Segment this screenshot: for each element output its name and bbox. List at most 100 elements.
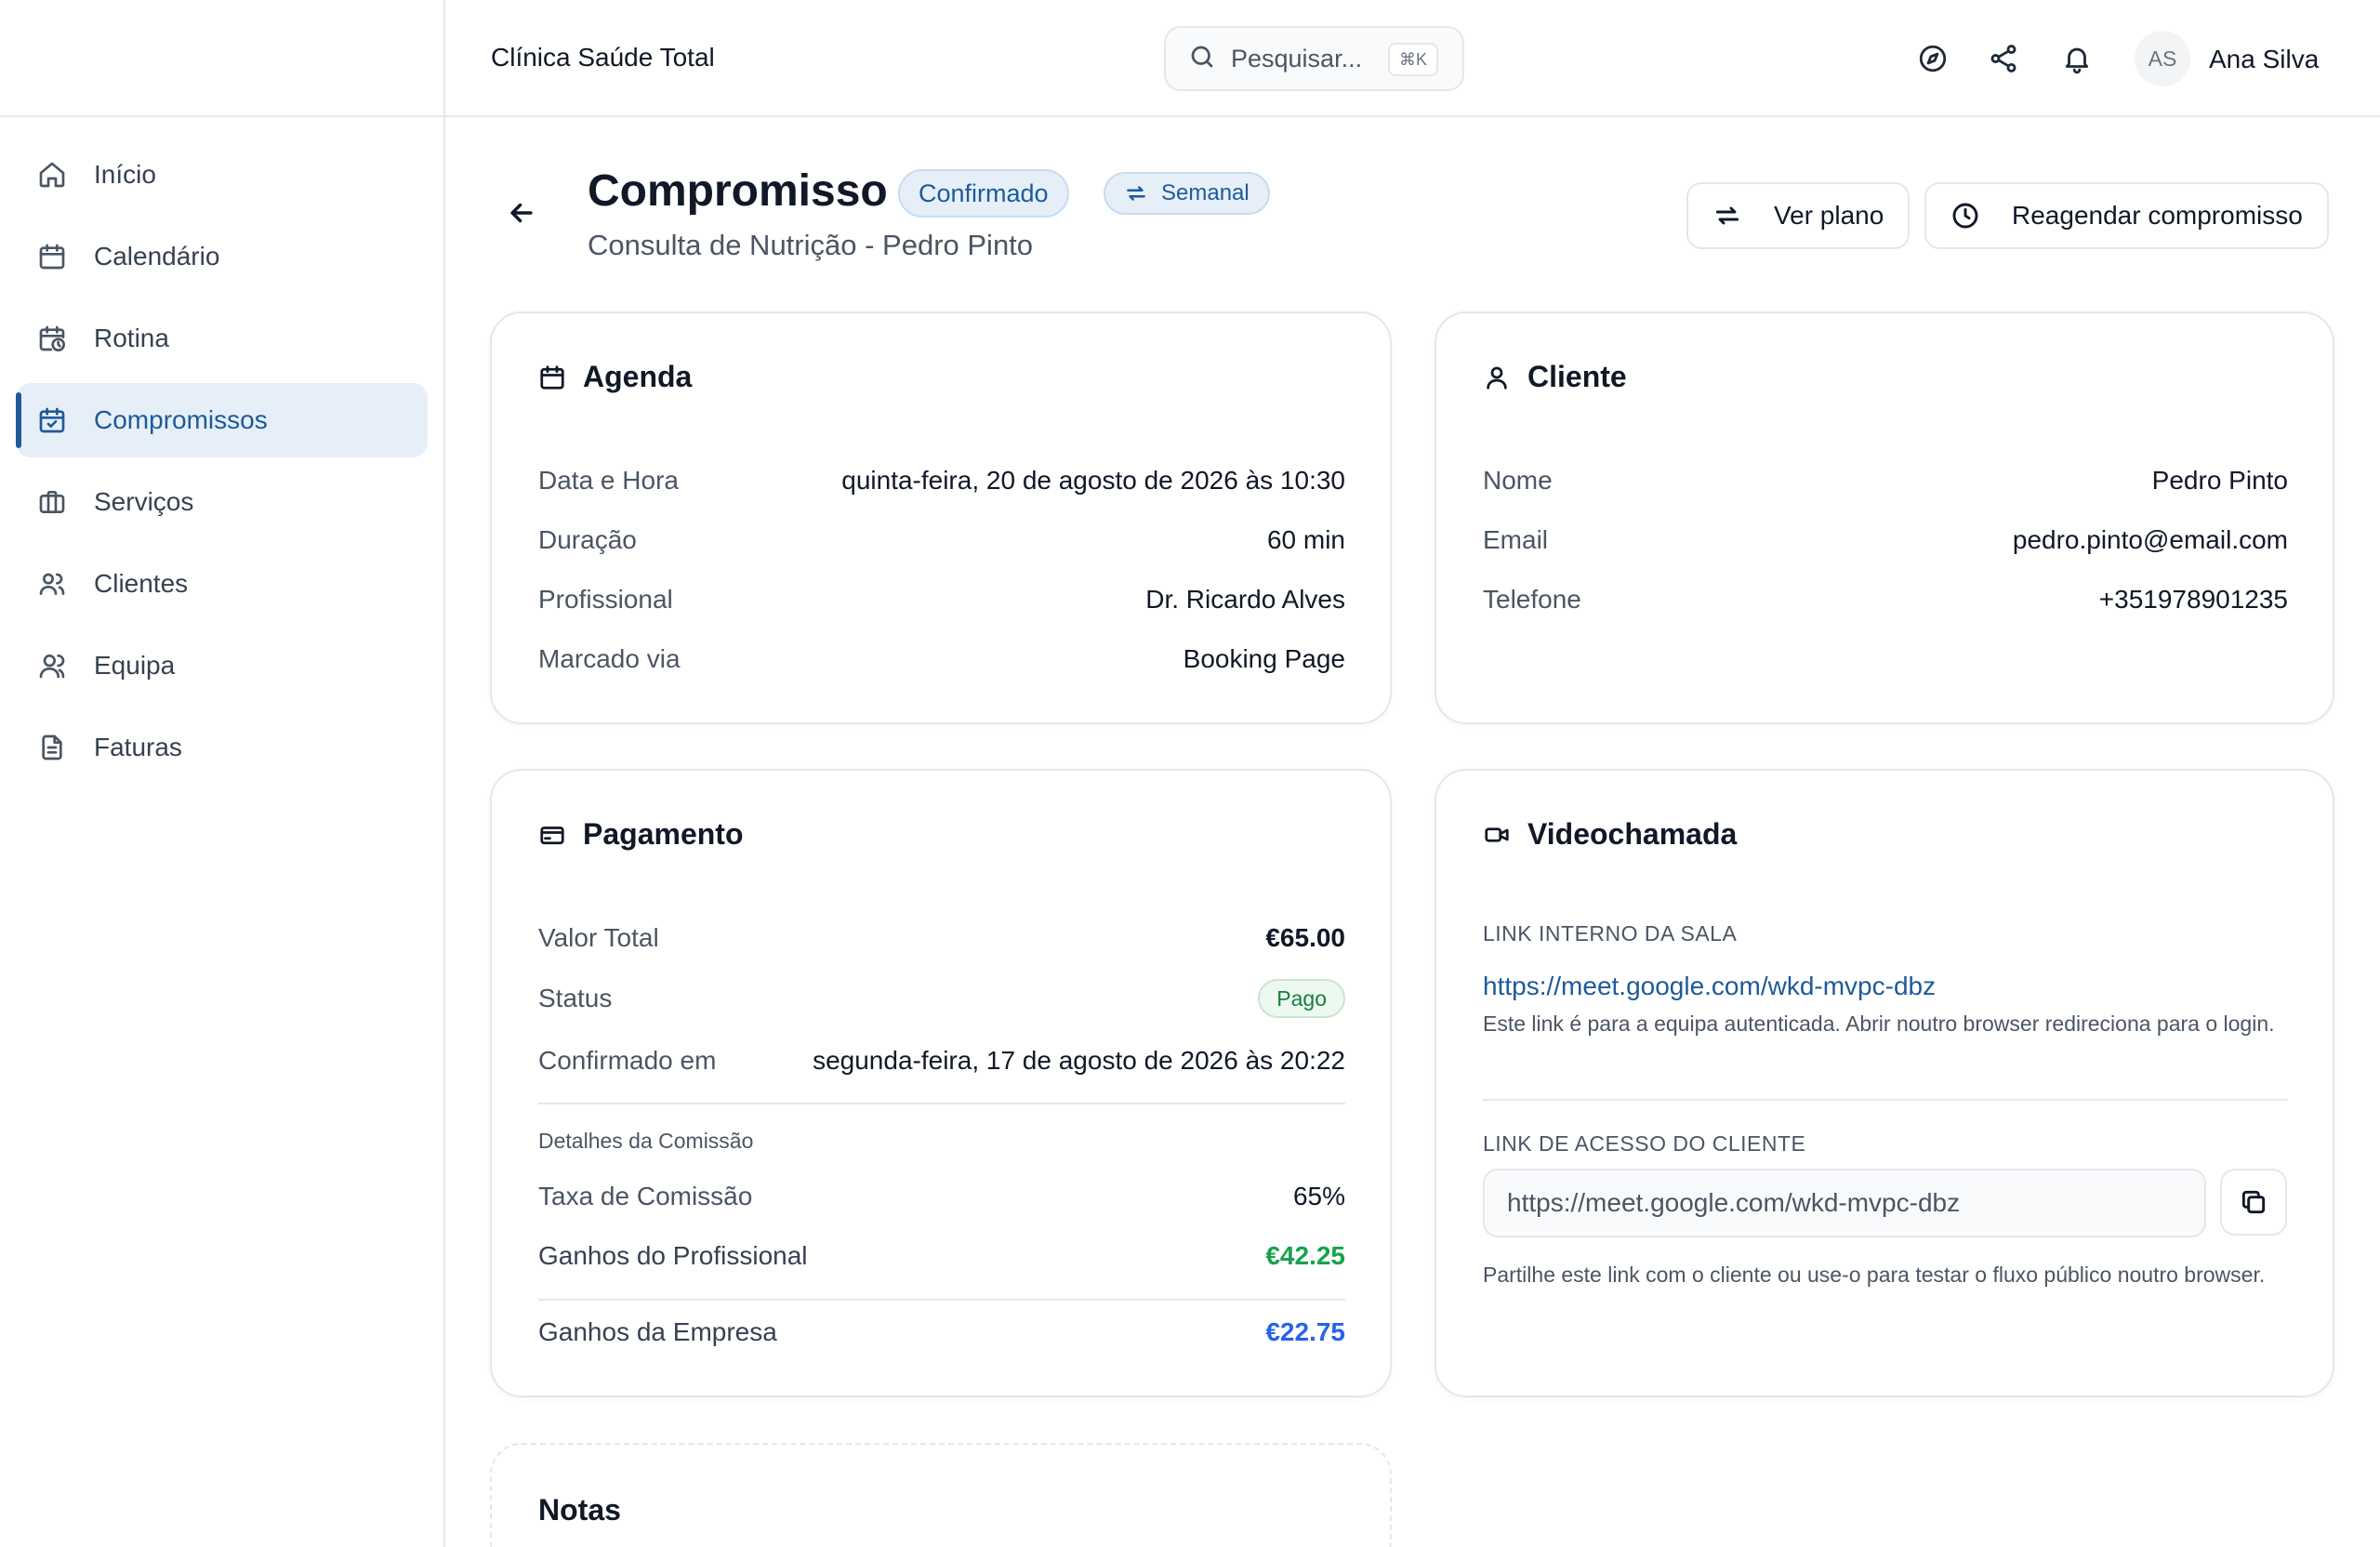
sidebar-item-label: Rotina <box>94 324 169 352</box>
internal-link[interactable]: https://meet.google.com/wkd-mvpc-dbz <box>1483 972 1936 1001</box>
topbar: Clínica Saúde Total Pesquisar... ⌘K AS A… <box>445 0 2380 117</box>
client-card: Cliente Nome Pedro Pinto Email pedro.pin… <box>1435 311 2334 724</box>
row-value: 65% <box>1292 1182 1345 1210</box>
payment-row-confirmed: Confirmado em segunda-feira, 17 de agost… <box>538 1046 1345 1076</box>
row-value: €65.00 <box>1265 923 1345 952</box>
sidebar-item-equipa[interactable]: Equipa <box>16 628 428 703</box>
row-value: Booking Page <box>1183 644 1345 673</box>
credit-card-icon <box>540 826 564 844</box>
divider <box>538 1103 1345 1104</box>
arrow-left-icon <box>510 203 533 223</box>
agenda-row-datetime: Data e Hora quinta-feira, 20 de agosto d… <box>538 466 1345 496</box>
sidebar-item-faturas[interactable]: Faturas <box>16 710 428 785</box>
share-icon[interactable] <box>1986 41 2021 76</box>
page-subtitle: Consulta de Nutrição - Pedro Pinto <box>588 229 1034 261</box>
payment-row-status: Status Pago <box>538 979 1345 1018</box>
search-input[interactable]: Pesquisar... ⌘K <box>1164 26 1464 91</box>
client-title: Cliente <box>1483 360 1627 394</box>
agenda-title-label: Agenda <box>583 360 693 393</box>
compass-icon[interactable] <box>1915 41 1950 76</box>
user-icon <box>1487 366 1507 390</box>
internal-link-label: LINK INTERNO DA SALA <box>1483 921 1738 945</box>
page-title: Compromisso <box>588 166 888 216</box>
calendar-check-icon <box>36 404 68 436</box>
row-value: +351978901235 <box>2098 585 2288 614</box>
agenda-card: Agenda Data e Hora quinta-feira, 20 de a… <box>490 311 1392 724</box>
avatar[interactable]: AS <box>2135 31 2190 86</box>
video-title-label: Videochamada <box>1527 817 1738 851</box>
bell-icon[interactable] <box>2059 41 2095 76</box>
row-label: Valor Total <box>538 923 659 952</box>
reschedule-button[interactable]: Reagendar compromisso <box>1924 182 2329 249</box>
sidebar-item-calendario[interactable]: Calendário <box>16 219 428 294</box>
sidebar-item-label: Serviços <box>94 487 194 516</box>
row-label: Status <box>538 984 613 1012</box>
view-plan-label: Ver plano <box>1774 201 1884 230</box>
sidebar-item-inicio[interactable]: Início <box>16 138 428 212</box>
recurrence-badge-label: Semanal <box>1161 180 1250 205</box>
row-label: Email <box>1483 525 1549 554</box>
sidebar-item-servicos[interactable]: Serviços <box>16 465 428 539</box>
row-label: Ganhos da Empresa <box>538 1317 777 1346</box>
row-label: Duração <box>538 525 637 554</box>
search-shortcut: ⌘K <box>1387 43 1438 76</box>
payment-row-professional-earnings: Ganhos do Profissional €42.25 <box>538 1241 1345 1271</box>
reschedule-label: Reagendar compromisso <box>2012 201 2303 230</box>
back-button[interactable] <box>506 197 543 234</box>
search-placeholder: Pesquisar... <box>1231 44 1363 73</box>
row-value: quinta-feira, 20 de agosto de 2026 às 10… <box>841 466 1345 495</box>
client-link-label: LINK DE ACESSO DO CLIENTE <box>1483 1131 1806 1156</box>
copy-link-button[interactable] <box>2220 1169 2287 1236</box>
row-label: Taxa de Comissão <box>538 1182 753 1210</box>
divider <box>1483 1099 2288 1101</box>
video-card: Videochamada LINK INTERNO DA SALA https:… <box>1435 769 2334 1397</box>
repeat-icon <box>1127 186 1145 201</box>
user-name[interactable]: Ana Silva <box>2209 45 2319 74</box>
users-icon <box>36 568 68 600</box>
row-value: 60 min <box>1266 525 1345 554</box>
row-value: €42.25 <box>1265 1241 1345 1270</box>
client-title-label: Cliente <box>1527 360 1627 393</box>
document-icon <box>36 732 68 763</box>
agenda-title: Agenda <box>538 360 692 394</box>
row-label: Profissional <box>538 585 673 614</box>
notes-title: Notas <box>538 1493 621 1527</box>
client-link-help: Partilhe este link com o cliente ou use-… <box>1483 1263 2266 1287</box>
row-label: Marcado via <box>538 644 681 673</box>
sidebar-item-compromissos[interactable]: Compromissos <box>16 383 428 457</box>
row-value: segunda-feira, 17 de agosto de 2026 às 2… <box>813 1046 1345 1075</box>
sidebar-nav: Início Calendário Rotina Compromissos Se… <box>0 117 443 785</box>
row-label: Nome <box>1483 466 1553 495</box>
payment-title: Pagamento <box>538 817 743 852</box>
agenda-row-professional: Profissional Dr. Ricardo Alves <box>538 585 1345 615</box>
sidebar-item-label: Equipa <box>94 651 176 680</box>
view-plan-button[interactable]: Ver plano <box>1686 182 1911 249</box>
calendar-clock-icon <box>36 323 68 354</box>
agenda-row-booked-via: Marcado via Booking Page <box>538 644 1345 674</box>
sidebar-item-clientes[interactable]: Clientes <box>16 547 428 621</box>
notes-card: Notas <box>490 1443 1392 1547</box>
paid-badge: Pago <box>1258 979 1345 1018</box>
sidebar-item-rotina[interactable]: Rotina <box>16 301 428 376</box>
clock-icon <box>1952 203 1978 229</box>
agenda-row-duration: Duração 60 min <box>538 525 1345 555</box>
row-label: Data e Hora <box>538 466 679 495</box>
video-title: Videochamada <box>1483 817 1737 852</box>
commission-heading: Detalhes da Comissão <box>538 1129 754 1153</box>
client-link-field[interactable]: https://meet.google.com/wkd-mvpc-dbz <box>1483 1169 2206 1237</box>
client-row-name: Nome Pedro Pinto <box>1483 466 2288 496</box>
row-label: Ganhos do Profissional <box>538 1241 808 1270</box>
sidebar-item-label: Compromissos <box>94 405 268 434</box>
copy-icon <box>2241 1190 2266 1214</box>
payment-row-total: Valor Total €65.00 <box>538 923 1345 953</box>
video-icon <box>1485 826 1509 842</box>
client-row-email: Email pedro.pinto@email.com <box>1483 525 2288 555</box>
sidebar-item-label: Faturas <box>94 733 182 761</box>
payment-row-commission-rate: Taxa de Comissão 65% <box>538 1182 1345 1211</box>
row-value: Pedro Pinto <box>2151 466 2288 495</box>
calendar-icon <box>36 241 68 272</box>
payment-card: Pagamento Valor Total €65.00 Status Pago… <box>490 769 1392 1397</box>
divider <box>538 1299 1345 1301</box>
sidebar-item-label: Calendário <box>94 242 220 271</box>
sidebar: Início Calendário Rotina Compromissos Se… <box>0 0 445 1547</box>
